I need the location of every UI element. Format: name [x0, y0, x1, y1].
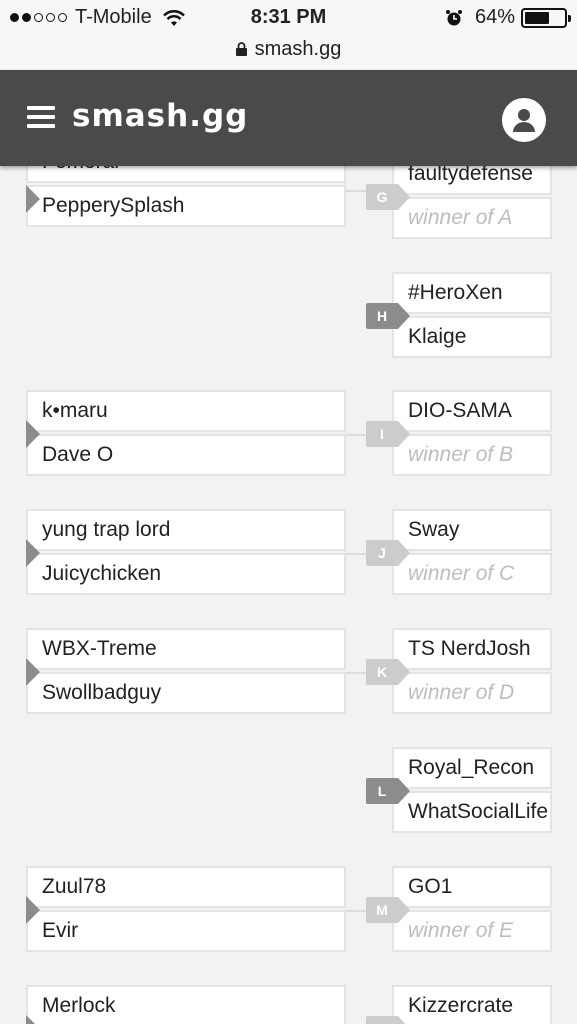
player-slot[interactable]: Kizzercrate	[392, 985, 552, 1024]
match-tag: M	[366, 897, 410, 923]
match-left-1[interactable]: Femoral PepperySplash	[26, 166, 346, 229]
player-slot[interactable]: PepperySplash	[26, 185, 346, 227]
url-text: smash.gg	[254, 38, 342, 60]
player-slot[interactable]: winner of B	[392, 434, 552, 476]
lock-icon	[235, 42, 247, 56]
player-slot[interactable]: DIO-SAMA	[392, 390, 552, 432]
match-L[interactable]: Royal_Recon WhatSocialLife	[392, 747, 552, 835]
match-N[interactable]: Kizzercrate	[392, 985, 552, 1024]
match-G[interactable]: faultydefense winner of A	[392, 166, 552, 241]
player-slot[interactable]: k•maru	[26, 390, 346, 432]
app-header: smash.gg	[0, 70, 577, 166]
match-tag: K	[366, 659, 410, 685]
match-arrow-icon	[26, 1015, 40, 1024]
match-arrow-icon	[26, 658, 40, 686]
match-tag: G	[366, 184, 410, 210]
player-slot[interactable]: winner of C	[392, 553, 552, 595]
match-tag: N	[366, 1016, 410, 1024]
player-slot[interactable]: WBX-Treme	[26, 628, 346, 670]
match-arrow-icon	[26, 185, 40, 213]
player-slot[interactable]: winner of E	[392, 910, 552, 952]
alarm-icon	[445, 9, 462, 25]
match-tag: I	[366, 421, 410, 447]
match-left-2[interactable]: k•maru Dave O	[26, 390, 346, 478]
match-left-3[interactable]: yung trap lord Juicychicken	[26, 509, 346, 597]
player-slot[interactable]: WhatSocialLife	[392, 791, 552, 833]
match-arrow-icon	[26, 896, 40, 924]
hamburger-menu-icon[interactable]	[27, 106, 55, 130]
match-arrow-icon	[26, 539, 40, 567]
match-tag: L	[366, 778, 410, 804]
battery-icon	[521, 7, 571, 28]
bracket-view[interactable]: Femoral PepperySplash k•maru Dave O yung…	[0, 166, 577, 1024]
battery-area: 64%	[445, 6, 571, 29]
match-I[interactable]: DIO-SAMA winner of B	[392, 390, 552, 478]
match-tag: H	[366, 303, 410, 329]
address-bar[interactable]: smash.gg	[0, 38, 577, 61]
player-slot[interactable]: TS NerdJosh	[392, 628, 552, 670]
battery-percent: 64%	[474, 6, 515, 28]
player-slot[interactable]: Evir	[26, 910, 346, 952]
player-slot[interactable]: winner of A	[392, 197, 552, 239]
match-left-6[interactable]: Merlock	[26, 985, 346, 1024]
player-slot[interactable]: Femoral	[26, 166, 346, 183]
match-left-5[interactable]: Zuul78 Evir	[26, 866, 346, 954]
player-slot[interactable]: winner of D	[392, 672, 552, 714]
player-slot[interactable]: faultydefense	[392, 166, 552, 195]
player-slot[interactable]: Royal_Recon	[392, 747, 552, 789]
player-slot[interactable]: Klaige	[392, 316, 552, 358]
match-K[interactable]: TS NerdJosh winner of D	[392, 628, 552, 716]
match-tag: J	[366, 540, 410, 566]
match-M[interactable]: GO1 winner of E	[392, 866, 552, 954]
status-bar: T-Mobile 8:31 PM 64% smash.gg	[0, 0, 577, 70]
player-slot[interactable]: Zuul78	[26, 866, 346, 908]
player-slot[interactable]: yung trap lord	[26, 509, 346, 551]
match-left-4[interactable]: WBX-Treme Swollbadguy	[26, 628, 346, 716]
site-logo[interactable]: smash.gg	[72, 98, 248, 134]
match-arrow-icon	[26, 420, 40, 448]
match-J[interactable]: Sway winner of C	[392, 509, 552, 597]
match-H[interactable]: #HeroXen Klaige	[392, 272, 552, 360]
player-slot[interactable]: Merlock	[26, 985, 346, 1024]
player-slot[interactable]: #HeroXen	[392, 272, 552, 314]
player-slot[interactable]: Juicychicken	[26, 553, 346, 595]
user-avatar-icon[interactable]	[502, 98, 546, 142]
player-slot[interactable]: Dave O	[26, 434, 346, 476]
player-slot[interactable]: Swollbadguy	[26, 672, 346, 714]
player-slot[interactable]: Sway	[392, 509, 552, 551]
player-slot[interactable]: GO1	[392, 866, 552, 908]
